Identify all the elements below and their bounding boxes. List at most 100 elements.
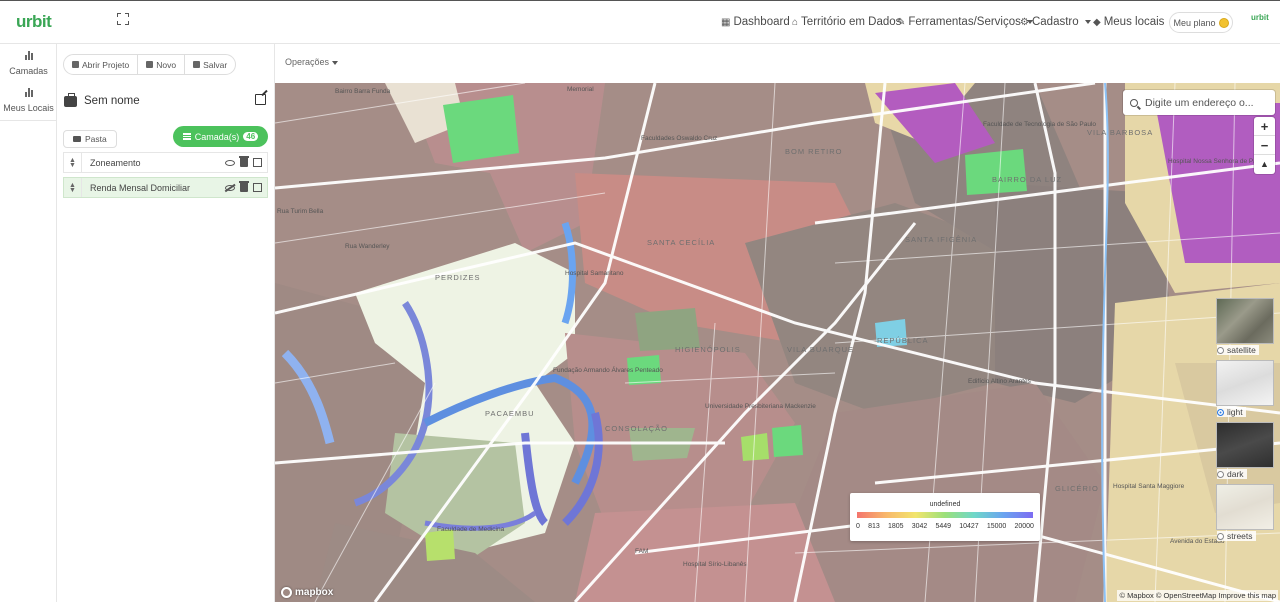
map-label: BAIRRO DA LUZ: [992, 175, 1063, 184]
map-label: SANTA IFIGÊNIA: [905, 235, 978, 244]
compass-button[interactable]: ▲: [1254, 155, 1275, 174]
fullscreen-icon[interactable]: [117, 13, 129, 25]
layers-panel: Abrir Projeto Novo Salvar Sem nome Pasta…: [57, 44, 275, 602]
style-label: light: [1227, 407, 1243, 417]
project-name: Sem nome: [84, 95, 140, 107]
nav-meus-locais[interactable]: ◆ Meus locais: [1093, 16, 1164, 28]
tag-icon: ◆: [1093, 16, 1101, 28]
abrir-projeto-button[interactable]: Abrir Projeto: [64, 55, 139, 74]
dark-thumbnail: [1216, 422, 1274, 468]
left-rail: Camadas Meus Locais: [0, 44, 57, 602]
legend-tick: 1805: [887, 523, 904, 530]
briefcase-icon: [64, 92, 77, 107]
pasta-button[interactable]: Pasta: [63, 130, 117, 148]
bar-chart-icon: [24, 50, 33, 60]
edit-icon[interactable]: [253, 158, 262, 167]
rail-divider: [0, 120, 57, 121]
nav-cadastro[interactable]: ⚙ Cadastro: [1020, 16, 1091, 28]
briefcase-icon: [72, 61, 79, 68]
plan-label: Meu plano: [1173, 17, 1216, 28]
avatar[interactable]: urbit: [1251, 13, 1269, 22]
layer-name: Zoneamento: [90, 157, 141, 168]
wrench-icon: ✎: [897, 16, 906, 28]
nav-label: Território em Dados: [801, 16, 902, 28]
drag-handle-icon[interactable]: ▲ ▼: [64, 178, 82, 197]
legend-tick: 813: [868, 523, 880, 530]
nav-territorio-em-dados[interactable]: ⌂ Território em Dados: [792, 16, 901, 28]
map-label: Edifício Altino Arantes: [968, 378, 1031, 385]
map-label: FAM: [635, 548, 649, 555]
style-option-streets[interactable]: streets: [1215, 484, 1275, 546]
map-canvas[interactable]: SANTA CECÍLIA HIGIENÓPOLIS VILA BUARQUE …: [275, 83, 1280, 602]
map-label: Faculdades Oswaldo Cruz: [641, 135, 718, 142]
satellite-thumbnail: [1216, 298, 1274, 344]
zoom-out-button[interactable]: −: [1254, 136, 1275, 155]
eye-icon[interactable]: [225, 159, 235, 166]
nav-ferramentas-servicos[interactable]: ✎ Ferramentas/Serviços: [897, 16, 1033, 28]
nav-label: Dashboard: [733, 16, 790, 28]
button-label: Abrir Projeto: [82, 59, 130, 70]
legend-title: undefined: [929, 501, 961, 508]
map-label: SANTA CECÍLIA: [647, 238, 716, 247]
project-button-group: Abrir Projeto Novo Salvar: [63, 54, 237, 75]
trash-icon[interactable]: [239, 156, 249, 167]
map-label: Rua Turim Bella: [277, 208, 324, 215]
map-attribution[interactable]: © Mapbox © OpenStreetMap Improve this ma…: [1117, 590, 1278, 601]
folder-icon: [73, 136, 81, 142]
map-label: BOM RETIRO: [785, 147, 843, 156]
radio-icon[interactable]: [1217, 532, 1224, 540]
legend-ticks: 0 813 1805 3042 5449 10427 15000 20000: [856, 523, 1034, 530]
bar-chart-icon: [24, 87, 33, 97]
map-label: Memorial: [567, 86, 594, 93]
map-label: Hospital Samaritano: [565, 270, 624, 277]
style-option-satellite[interactable]: satellite: [1215, 298, 1275, 360]
legend-tick: 15000: [986, 523, 1007, 530]
trash-icon[interactable]: [239, 181, 249, 192]
operacoes-dropdown[interactable]: Operações: [285, 57, 339, 67]
style-option-dark[interactable]: dark: [1215, 422, 1275, 484]
camadas-button[interactable]: Camada(s) 46: [173, 126, 268, 147]
map-label: Rua Wanderley: [345, 243, 390, 250]
eye-off-icon[interactable]: [225, 184, 235, 191]
layer-row-zoneamento[interactable]: ▲ ▼ Zoneamento: [63, 152, 268, 173]
edit-icon[interactable]: [253, 183, 262, 192]
urbit-logo[interactable]: urbit: [16, 12, 52, 32]
meu-plano-button[interactable]: Meu plano: [1169, 12, 1233, 33]
radio-icon[interactable]: [1217, 470, 1224, 478]
legend-tick: 10427: [959, 523, 979, 530]
map-label: Faculdade de Medicina: [437, 526, 505, 533]
style-label: streets: [1227, 531, 1253, 541]
nav-dashboard[interactable]: ▦ Dashboard: [721, 16, 790, 28]
novo-button[interactable]: Novo: [138, 55, 186, 74]
rail-item-camadas[interactable]: Camadas: [0, 50, 57, 76]
zoom-in-button[interactable]: +: [1254, 117, 1275, 136]
map-label: GLICÉRIO: [1055, 484, 1099, 493]
layer-row-renda-mensal-domiciliar[interactable]: ▲ ▼ Renda Mensal Domiciliar: [63, 177, 268, 198]
map-label: Fundação Armando Álvares Penteado: [553, 367, 663, 374]
radio-icon[interactable]: [1217, 408, 1224, 416]
map-label: Hospital Sírio-Libanês: [683, 561, 747, 568]
rail-item-label: Camadas: [9, 66, 48, 76]
drag-handle-icon[interactable]: ▲ ▼: [64, 153, 82, 172]
map-label: Faculdade de Tecnologia de São Paulo: [983, 121, 1096, 128]
edit-icon[interactable]: [255, 94, 266, 105]
save-icon: [193, 61, 201, 68]
radio-icon[interactable]: [1217, 346, 1224, 354]
address-search-input[interactable]: Digite um endereço o...: [1123, 90, 1275, 115]
streets-thumbnail: [1216, 484, 1274, 530]
map-label: Hospital Santa Maggiore: [1113, 483, 1185, 490]
coin-icon: [1218, 17, 1229, 28]
layer-name: Renda Mensal Domiciliar: [90, 182, 191, 193]
map-label: Universidade Presbiteriana Mackenzie: [705, 403, 816, 410]
legend-tick: 3042: [911, 523, 928, 530]
grid-icon: ▦: [721, 16, 731, 28]
mapbox-logo[interactable]: mapbox: [281, 587, 333, 598]
style-option-light[interactable]: light: [1215, 360, 1275, 422]
legend-tick: 20000: [1014, 523, 1034, 530]
project-header: Sem nome: [64, 91, 268, 111]
salvar-button[interactable]: Salvar: [185, 55, 235, 74]
map-label: PERDIZES: [435, 273, 481, 282]
button-label: Novo: [156, 59, 177, 70]
rail-item-meus-locais[interactable]: Meus Locais: [0, 87, 57, 113]
rail-item-label: Meus Locais: [3, 103, 54, 113]
